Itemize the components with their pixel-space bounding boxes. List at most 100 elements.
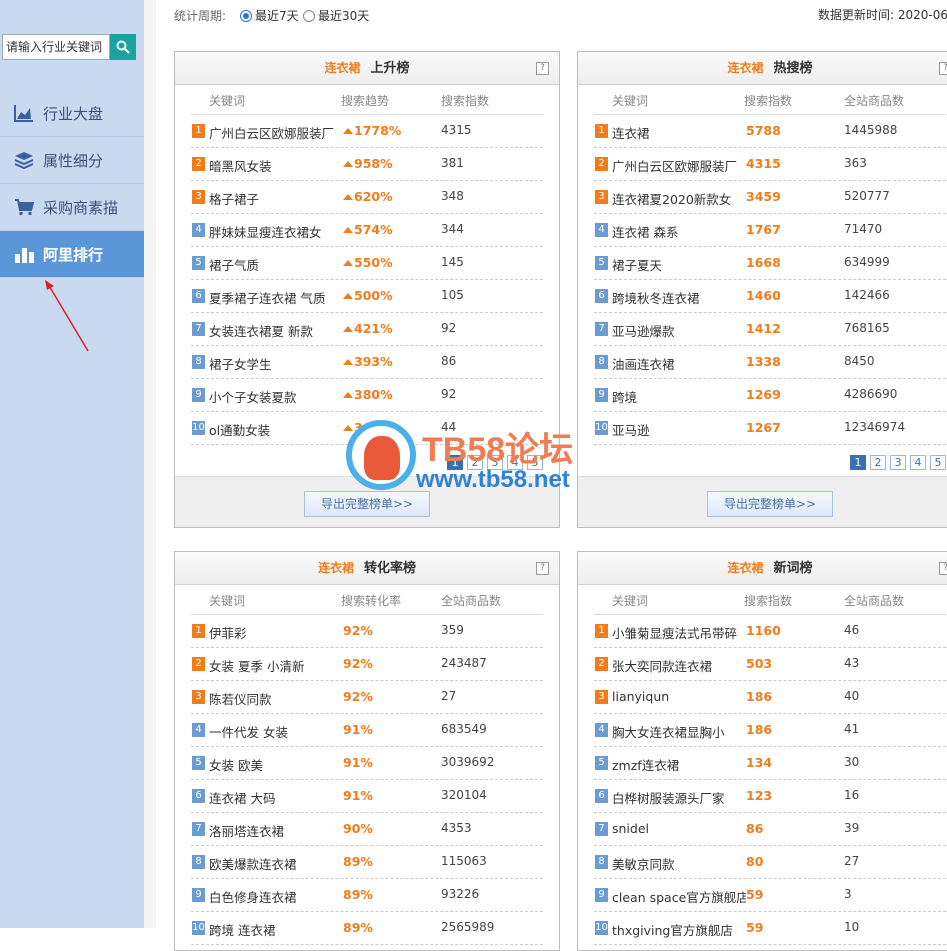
table-row: 1 广州白云区欧娜服装厂 1778% 4315 <box>191 115 543 148</box>
page-button[interactable]: 1 <box>850 455 866 470</box>
keyword-link[interactable]: 暗黑风女装 <box>209 156 343 175</box>
keyword-link[interactable]: 亚马逊 <box>612 420 746 439</box>
metric-secondary: 142466 <box>844 288 890 302</box>
metric-secondary: 2565989 <box>441 920 495 934</box>
table-row: 9 小个子女装夏款 380% 92 <box>191 379 543 412</box>
keyword-link[interactable]: 广州白云区欧娜服装厂 <box>209 123 343 142</box>
metric-value: 1269 <box>746 387 781 402</box>
keyword-link[interactable]: 格子裙子 <box>209 189 343 208</box>
radio-last-30-days[interactable]: 最近30天 <box>303 7 369 24</box>
help-icon[interactable]: ? <box>536 62 549 75</box>
page-button[interactable]: 5 <box>527 455 543 470</box>
keyword-link[interactable]: 跨境秋冬连衣裙 <box>612 288 746 307</box>
keyword-link[interactable]: 张大奕同款连衣裙 <box>612 656 746 675</box>
filter-bar: 统计周期: 最近7天 最近30天 数据更新时间: 2020-06 <box>174 6 947 26</box>
metric-secondary: 16 <box>844 788 860 802</box>
sidebar-item-industry-overview[interactable]: 行业大盘 <box>0 90 144 137</box>
rank-badge: 8 <box>192 355 205 369</box>
rank-badge: 10 <box>595 921 608 935</box>
rank-badge: 3 <box>595 690 608 704</box>
keyword-link[interactable]: clean space官方旗舰店 <box>612 887 746 906</box>
metric-primary: 1460 <box>746 288 781 303</box>
rank-badge: 4 <box>595 223 608 237</box>
help-icon[interactable]: ? <box>939 562 947 575</box>
keyword-link[interactable]: 广州白云区欧娜服装厂 <box>612 156 746 175</box>
metric-primary: 503 <box>746 656 772 671</box>
keyword-link[interactable]: snidel <box>612 821 746 836</box>
metric-value: 91% <box>343 755 373 770</box>
export-full-list-button[interactable]: 导出完整榜单>> <box>707 491 833 517</box>
page-button[interactable]: 5 <box>930 455 946 470</box>
export-full-list-button[interactable]: 导出完整榜单>> <box>304 491 430 517</box>
keyword-link[interactable]: 夏季裙子连衣裙 气质 <box>209 288 343 307</box>
keyword-link[interactable]: 亚马逊爆款 <box>612 321 746 340</box>
help-icon[interactable]: ? <box>939 62 947 75</box>
column-header: 搜索趋势 <box>341 94 390 108</box>
keyword-link[interactable]: 小个子女装夏款 <box>209 387 343 406</box>
up-arrow-icon <box>343 161 353 167</box>
keyword-link[interactable]: 胸大女连衣裙显胸小 <box>612 722 746 741</box>
keyword-link[interactable]: 伊菲彩 <box>209 623 343 642</box>
keyword-link[interactable]: 洛丽塔连衣裙 <box>209 821 343 840</box>
keyword-link[interactable]: 裙子夏天 <box>612 255 746 274</box>
page-button[interactable]: 1 <box>447 455 463 470</box>
search-input[interactable] <box>2 34 110 60</box>
help-icon[interactable]: ? <box>536 562 549 575</box>
metric-secondary: 145 <box>441 255 464 269</box>
table-header: 关键词 搜索指数 全站商品数 <box>594 85 946 115</box>
keyword-link[interactable]: 连衣裙 大码 <box>209 788 343 807</box>
metric-value: 86 <box>746 821 764 836</box>
panel-category: 连衣裙 <box>324 61 361 75</box>
keyword-link[interactable]: 裙子气质 <box>209 255 343 274</box>
page-button[interactable]: 2 <box>467 455 483 470</box>
keyword-link[interactable]: ol通勤女装 <box>209 420 343 439</box>
keyword-link[interactable]: 连衣裙夏2020新款女 <box>612 189 746 208</box>
keyword-link[interactable]: 连衣裙 森系 <box>612 222 746 241</box>
bar-chart-icon <box>15 248 34 263</box>
keyword-link[interactable]: 女装 夏季 小清新 <box>209 656 343 675</box>
keyword-link[interactable]: 胖妹妹显瘦连衣裙女 <box>209 222 343 241</box>
keyword-link[interactable]: 油画连衣裙 <box>612 354 746 373</box>
keyword-link[interactable]: 女装连衣裙夏 新款 <box>209 321 343 340</box>
rank-badge: 4 <box>595 723 608 737</box>
pagination: 12345 <box>443 455 543 470</box>
search-button[interactable] <box>110 34 136 60</box>
page-button[interactable]: 2 <box>870 455 886 470</box>
page-button[interactable]: 4 <box>507 455 523 470</box>
table-row: 7 亚马逊爆款 1412 768165 <box>594 313 946 346</box>
metric-primary: 1767 <box>746 222 781 237</box>
rank-badge: 5 <box>595 756 608 770</box>
metric-value: 186 <box>746 689 773 704</box>
keyword-link[interactable]: 跨境 连衣裙 <box>209 920 343 939</box>
keyword-link[interactable]: zmzf连衣裙 <box>612 755 746 774</box>
keyword-link[interactable]: 陈若仪同款 <box>209 689 343 708</box>
rank-badge: 6 <box>192 289 205 303</box>
up-arrow-icon <box>343 326 353 332</box>
page-button[interactable]: 3 <box>487 455 503 470</box>
metric-primary: 91% <box>343 788 373 803</box>
page-button[interactable]: 3 <box>890 455 906 470</box>
keyword-link[interactable]: 白桦树服装源头厂家 <box>612 788 746 807</box>
metric-secondary: 27 <box>441 689 457 703</box>
rank-badge: 2 <box>595 657 608 671</box>
radio-last-7-days[interactable]: 最近7天 <box>240 7 299 24</box>
keyword-link[interactable]: 跨境 <box>612 387 746 406</box>
keyword-link[interactable]: 白色修身连衣裙 <box>209 887 343 906</box>
table-row: 4 连衣裙 森系 1767 71470 <box>594 214 946 247</box>
metric-primary: 89% <box>343 887 373 902</box>
metric-secondary: 683549 <box>441 722 487 736</box>
keyword-link[interactable]: 一件代发 女装 <box>209 722 343 741</box>
keyword-link[interactable]: lianyiqun <box>612 689 746 704</box>
keyword-link[interactable]: 裙子女学生 <box>209 354 343 373</box>
sidebar-item-ali-ranking[interactable]: 阿里排行 <box>0 231 144 278</box>
keyword-link[interactable]: 美敏京同款 <box>612 854 746 873</box>
keyword-link[interactable]: 小雏菊显瘦法式吊带碎 <box>612 623 746 642</box>
keyword-link[interactable]: thxgiving官方旗舰店 <box>612 920 746 939</box>
sidebar-item-attribute-breakdown[interactable]: 属性细分 <box>0 137 144 184</box>
keyword-link[interactable]: 连衣裙 <box>612 123 746 142</box>
sidebar-item-buyer-profile[interactable]: 采购商素描 <box>0 184 144 231</box>
keyword-link[interactable]: 女装 欧美 <box>209 755 343 774</box>
keyword-link[interactable]: 欧美爆款连衣裙 <box>209 854 343 873</box>
page-button[interactable]: 4 <box>910 455 926 470</box>
table-row: 2 张大奕同款连衣裙 503 43 <box>594 648 946 681</box>
